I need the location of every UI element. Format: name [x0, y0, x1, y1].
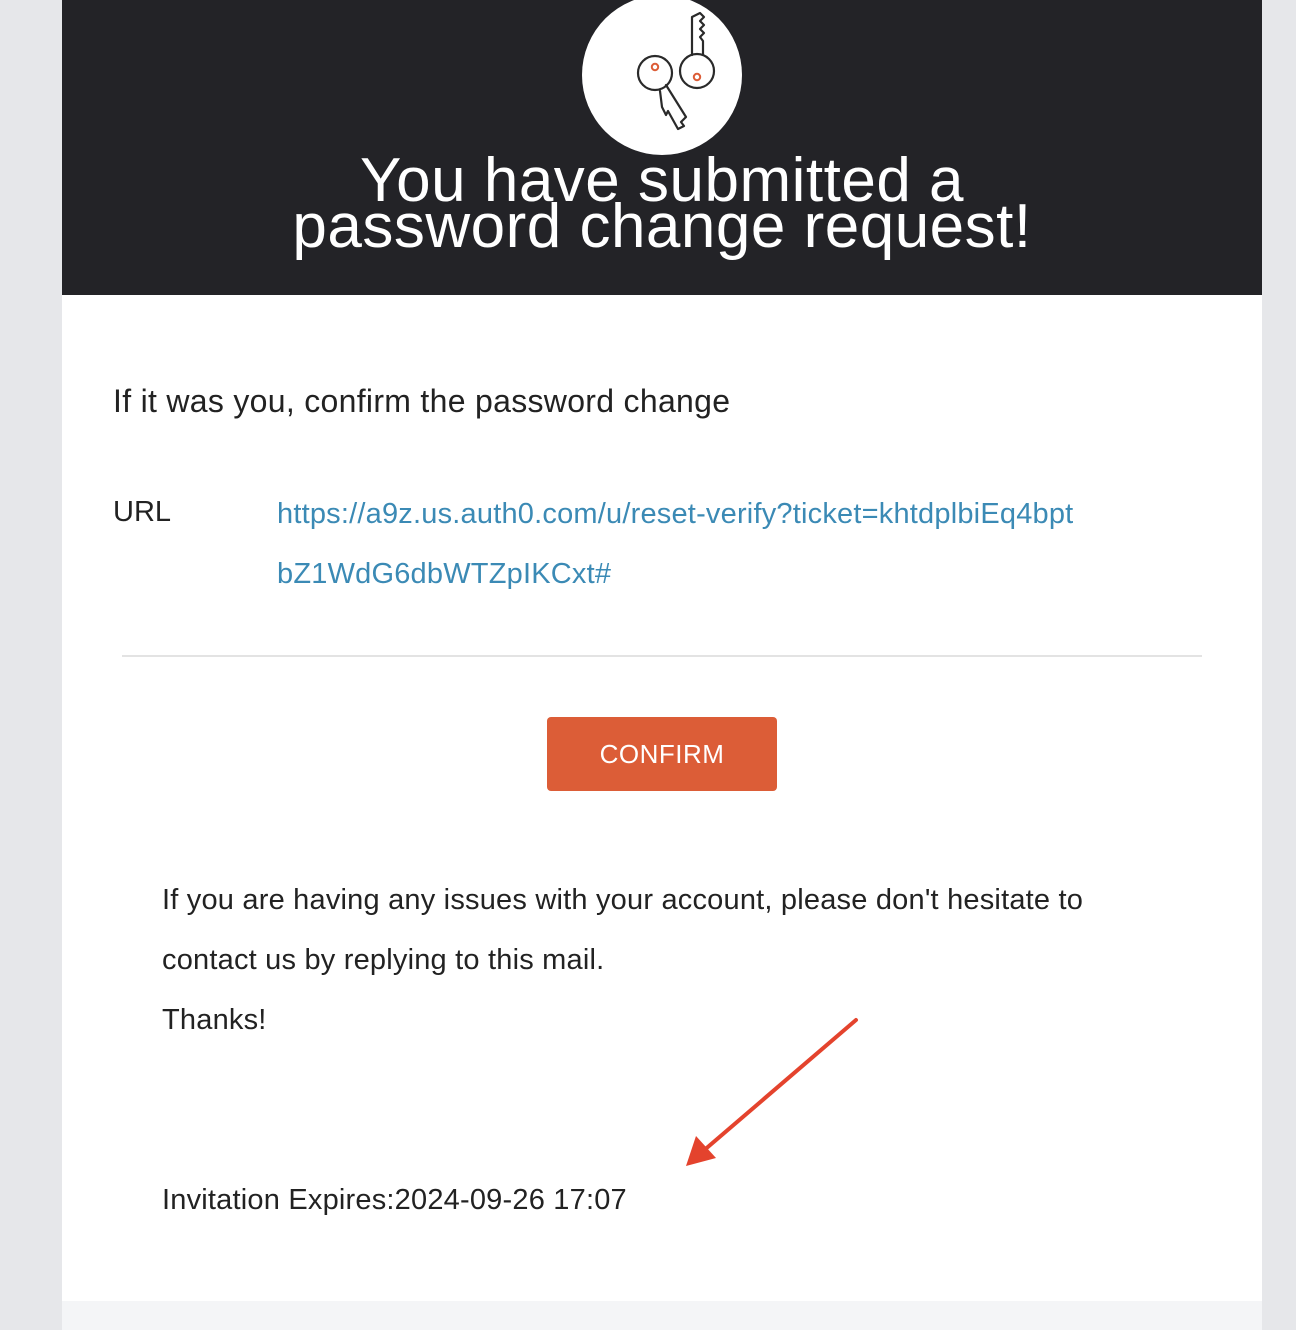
keys-icon — [636, 11, 716, 131]
header-banner: You have submitted a password change req… — [62, 0, 1262, 295]
support-message: If you are having any issues with your a… — [162, 870, 1162, 1050]
support-message-text: If you are having any issues with your a… — [162, 884, 1084, 976]
divider — [122, 655, 1202, 657]
page-title-line2: password change request! — [292, 192, 1032, 261]
url-label: URL — [113, 496, 172, 528]
page-title: You have submitted a password change req… — [62, 150, 1262, 261]
confirm-button[interactable]: CONFIRM — [547, 717, 777, 791]
thanks-text: Thanks! — [162, 1004, 267, 1036]
confirm-heading: If it was you, confirm the password chan… — [113, 383, 731, 419]
footer-strip — [62, 1301, 1262, 1330]
logo-circle — [582, 0, 742, 155]
reset-verify-link[interactable]: https://a9z.us.auth0.com/u/reset-verify?… — [277, 484, 1077, 604]
email-container: You have submitted a password change req… — [62, 0, 1262, 1330]
invitation-expires: Invitation Expires:2024-09-26 17:07 — [162, 1184, 627, 1216]
